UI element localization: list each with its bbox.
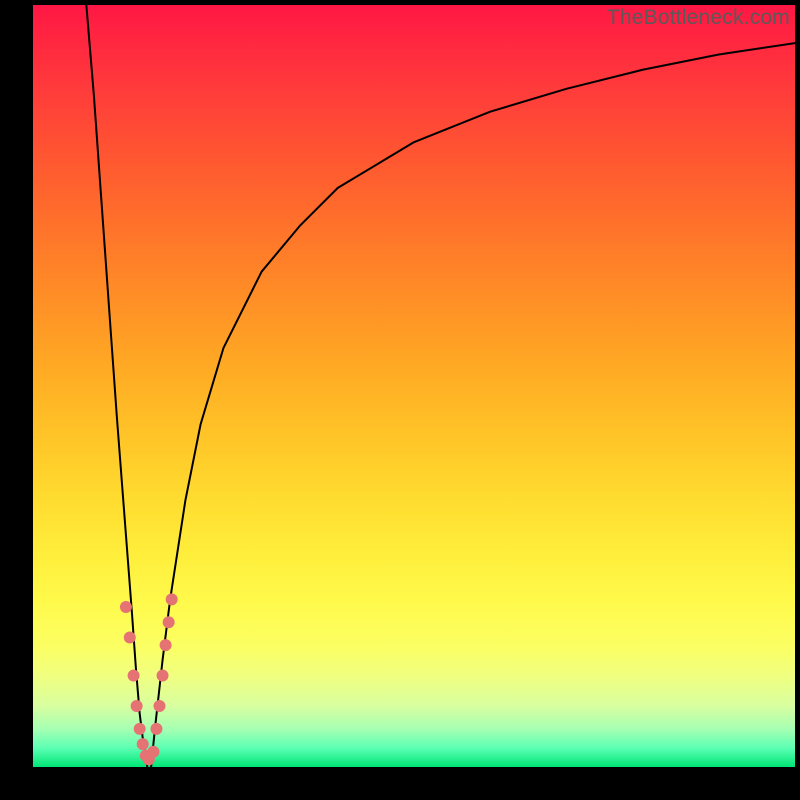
chart-frame: TheBottleneck.com <box>0 0 800 800</box>
marker-point <box>147 746 159 758</box>
marker-point <box>166 593 178 605</box>
marker-point <box>124 631 136 643</box>
series-left-falling-branch <box>86 5 147 767</box>
series-right-rising-branch <box>151 43 795 767</box>
marker-point <box>160 639 172 651</box>
marker-point <box>120 601 132 613</box>
marker-point <box>153 700 165 712</box>
curve-layer <box>86 5 795 767</box>
plot-area <box>33 5 795 767</box>
marker-point <box>131 700 143 712</box>
chart-svg <box>33 5 795 767</box>
marker-point <box>128 670 140 682</box>
marker-layer <box>120 593 178 765</box>
marker-point <box>157 670 169 682</box>
marker-point <box>137 738 149 750</box>
marker-point <box>150 723 162 735</box>
marker-point <box>163 616 175 628</box>
marker-point <box>134 723 146 735</box>
watermark-text: TheBottleneck.com <box>607 6 790 30</box>
